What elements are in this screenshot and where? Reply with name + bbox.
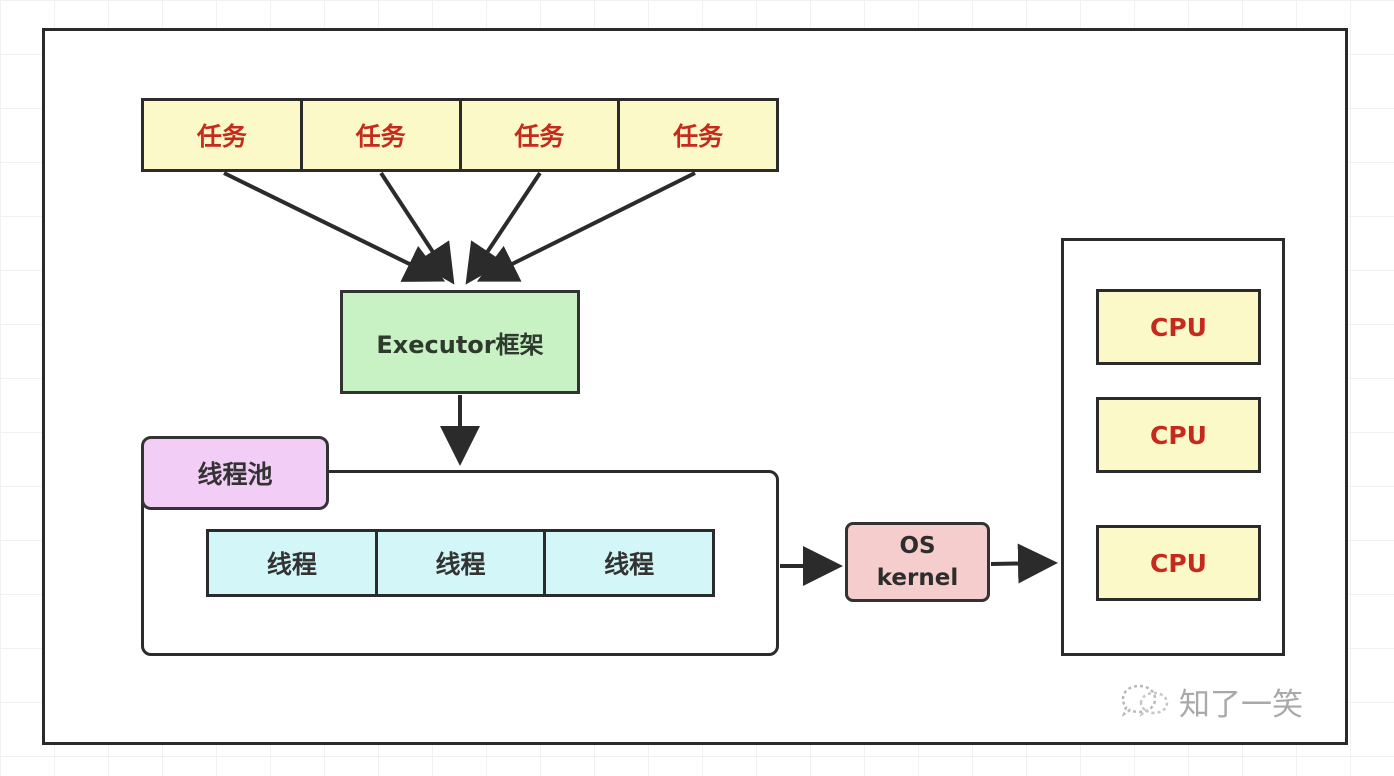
thread-box: 线程 (378, 532, 547, 594)
task-strip: 任务 任务 任务 任务 (141, 98, 779, 172)
executor-framework-box: Executor框架 (340, 290, 580, 394)
thread-pool-label: 线程池 (141, 436, 329, 510)
os-kernel-box: OS kernel (845, 522, 990, 602)
wechat-bubble-icon (1121, 684, 1169, 717)
thread-box: 线程 (209, 532, 378, 594)
diagram-canvas: 任务 任务 任务 任务 Executor框架 线程池 线程 线程 线程 OS k… (0, 0, 1394, 776)
task-box: 任务 (462, 101, 621, 169)
cpu-box: CPU (1096, 525, 1261, 601)
cpu-box: CPU (1096, 397, 1261, 473)
watermark-text: 知了一笑 (1179, 686, 1303, 723)
task-box: 任务 (144, 101, 303, 169)
cpu-box: CPU (1096, 289, 1261, 365)
os-kernel-line-1: OS (899, 533, 936, 559)
watermark: 知了一笑 (1117, 682, 1303, 723)
thread-strip: 线程 线程 线程 (206, 529, 715, 597)
os-kernel-line-2: kernel (876, 565, 959, 591)
thread-box: 线程 (604, 550, 655, 579)
task-box: 任务 (303, 101, 462, 169)
task-box: 任务 (673, 122, 724, 151)
